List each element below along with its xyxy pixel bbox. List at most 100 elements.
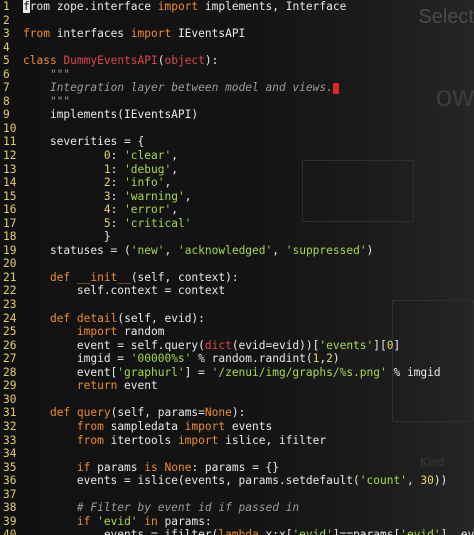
code-line[interactable]: 20 — [0, 257, 474, 271]
line-number: 20 — [3, 257, 17, 271]
code-line[interactable]: 4 — [0, 41, 474, 55]
line-number: 40 — [3, 528, 17, 535]
code-line[interactable]: 12 0: 'clear', — [0, 149, 474, 163]
line-number: 8 — [3, 94, 10, 108]
code-line[interactable]: 8 """ — [0, 95, 474, 109]
line-text: events = islice(events, params.setdefaul… — [23, 474, 448, 488]
code-line[interactable]: 6 """ — [0, 68, 474, 82]
line-number: 23 — [3, 298, 17, 312]
line-text: events = ifilter(lambda x:x['evid']==par… — [23, 528, 474, 535]
line-number: 2 — [3, 13, 10, 27]
code-line[interactable]: 13 1: 'debug', — [0, 163, 474, 177]
line-text: if 'evid' in params: — [76, 514, 212, 528]
line-text: def __init__(self, context): — [49, 270, 239, 284]
code-line[interactable]: 14 2: 'info', — [0, 176, 474, 190]
line-text: severities = { — [23, 135, 145, 149]
code-line[interactable]: 10 — [0, 122, 474, 136]
line-text: } — [23, 230, 111, 244]
code-line[interactable]: 23 — [0, 298, 474, 312]
code-line[interactable]: 26 event = self.query(dict(evid=evid))['… — [0, 339, 474, 353]
line-number: 11 — [3, 135, 17, 149]
code-line[interactable]: 19 statuses = ('new', 'acknowledged', 's… — [0, 244, 474, 258]
code-area[interactable]: 1 from zope.interface import implements, … — [0, 0, 474, 535]
line-text — [23, 298, 474, 312]
code-line[interactable]: 35 if params is None: params = {} — [0, 461, 474, 475]
line-text: from interfaces import IEventsAPI — [23, 27, 246, 41]
code-line[interactable]: 11 severities = { — [0, 135, 474, 149]
line-text: return event — [76, 379, 158, 393]
line-number: 37 — [3, 487, 17, 501]
line-text: self.context = context — [23, 284, 226, 298]
code-line[interactable]: 40 events = ifilter(lambda x:x['evid']==… — [0, 528, 474, 535]
code-line[interactable]: 25 import random — [0, 325, 474, 339]
line-text: from sampledata import events — [76, 419, 273, 433]
code-line[interactable]: 1 from zope.interface import implements, … — [0, 0, 474, 14]
code-editor[interactable]: Select ow Kind 1 from zope.interface impo… — [0, 0, 474, 535]
code-line[interactable]: 5 class DummyEventsAPI(object): — [0, 54, 474, 68]
line-text: from itertools import islice, ifilter — [76, 433, 327, 447]
code-line[interactable]: 32 from sampledata import events — [0, 420, 474, 434]
code-line[interactable]: 21 def __init__(self, context): — [0, 271, 474, 285]
line-number: 22 — [3, 284, 17, 298]
line-number: 10 — [3, 121, 17, 135]
code-line[interactable]: 27 imgid = '00000%s' % random.randint(1,… — [0, 352, 474, 366]
code-line[interactable]: 38 # Filter by event id if passed in — [0, 501, 474, 515]
line-text — [23, 257, 474, 271]
code-line[interactable]: 31 def query(self, params=None): — [0, 406, 474, 420]
line-text: """ — [49, 94, 71, 108]
line-text: 4: 'error', — [103, 203, 178, 217]
line-text: imgid = '00000%s' % random.randint(1,2) — [23, 352, 340, 366]
code-line[interactable]: 39 if 'evid' in params: — [0, 515, 474, 529]
code-line[interactable]: 34 — [0, 447, 474, 461]
code-line[interactable]: 36 events = islice(events, params.setdef… — [0, 474, 474, 488]
line-text: event = self.query(dict(evid=evid))['eve… — [23, 338, 401, 352]
line-text: def detail(self, evid): — [49, 311, 205, 325]
line-text: 0: 'clear', — [103, 149, 178, 163]
code-line[interactable]: 29 return event — [0, 379, 474, 393]
code-line[interactable]: 30 — [0, 393, 474, 407]
code-line[interactable]: 28 event['graphurl'] = '/zenui/img/graph… — [0, 366, 474, 380]
line-number: 34 — [3, 447, 17, 461]
line-text: 3: 'warning', — [103, 189, 192, 203]
code-line[interactable]: 2 — [0, 14, 474, 28]
code-line[interactable]: 7 Integration layer between model and vi… — [0, 81, 474, 95]
code-line[interactable]: 24 def detail(self, evid): — [0, 312, 474, 326]
line-text — [23, 14, 474, 28]
line-number: 35 — [3, 460, 17, 474]
line-number: 12 — [3, 149, 17, 163]
code-line[interactable]: 17 5: 'critical' — [0, 217, 474, 231]
code-line[interactable]: 22 self.context = context — [0, 284, 474, 298]
line-text — [23, 41, 474, 55]
code-line[interactable]: 15 3: 'warning', — [0, 190, 474, 204]
code-line[interactable]: 3 from interfaces import IEventsAPI — [0, 27, 474, 41]
line-number: 33 — [3, 433, 17, 447]
code-line[interactable]: 16 4: 'error', — [0, 203, 474, 217]
line-text — [23, 488, 474, 502]
line-text: 5: 'critical' — [103, 216, 192, 230]
line-text — [23, 447, 474, 461]
line-number: 24 — [3, 311, 17, 325]
line-number: 14 — [3, 176, 17, 190]
line-number: 18 — [3, 230, 17, 244]
line-number: 13 — [3, 162, 17, 176]
line-number: 7 — [3, 81, 10, 95]
line-text: class DummyEventsAPI(object): — [23, 54, 219, 68]
line-text — [23, 393, 474, 407]
code-line[interactable]: 9 implements(IEventsAPI) — [0, 108, 474, 122]
line-text: # Filter by event id if passed in — [76, 501, 300, 515]
line-number: 39 — [3, 514, 17, 528]
line-text: """ — [49, 67, 71, 81]
line-number: 32 — [3, 419, 17, 433]
line-number: 4 — [3, 40, 10, 54]
line-number: 36 — [3, 474, 17, 488]
line-number: 25 — [3, 325, 17, 339]
code-line[interactable]: 33 from itertools import islice, ifilter — [0, 434, 474, 448]
line-number: 16 — [3, 203, 17, 217]
line-text: statuses = ('new', 'acknowledged', 'supp… — [23, 243, 374, 257]
line-text: event['graphurl'] = '/zenui/img/graphs/%… — [23, 365, 441, 379]
code-line[interactable]: 18 } — [0, 230, 474, 244]
line-number: 26 — [3, 338, 17, 352]
line-text — [23, 122, 474, 136]
line-text: def query(self, params=None): — [49, 406, 246, 420]
code-line[interactable]: 37 — [0, 488, 474, 502]
